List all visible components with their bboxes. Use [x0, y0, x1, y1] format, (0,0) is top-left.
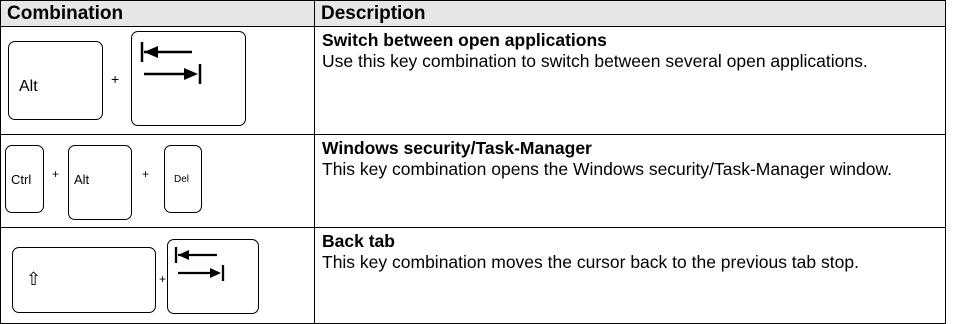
table-row: Alt + Switch between open applications U…	[0, 26, 946, 135]
table-row: ⇧ + Back tab This key combination moves …	[0, 227, 946, 324]
alt-key-label: Alt	[74, 172, 90, 187]
table-row: Ctrl + Alt + Del Windows security/Task-M…	[0, 134, 946, 228]
tab-arrows-icon	[174, 247, 225, 281]
header-description: Description	[314, 0, 946, 27]
alt-key: Alt	[8, 41, 103, 120]
plus-sign: +	[142, 167, 150, 181]
description-cell: Switch between open applications Use thi…	[314, 26, 946, 135]
description-cell: Back tab This key combination moves the …	[314, 227, 946, 324]
description-title: Switch between open applications	[322, 30, 607, 50]
description-title: Windows security/Task-Manager	[322, 138, 592, 158]
shift-arrow-icon: ⇧	[26, 269, 42, 289]
ctrl-key: Ctrl	[5, 145, 44, 213]
ctrl-key-label: Ctrl	[11, 172, 32, 187]
shift-key: ⇧	[12, 247, 156, 313]
combination-cell: Alt +	[0, 26, 315, 135]
plus-sign: +	[159, 272, 167, 286]
header-combination: Combination	[0, 0, 315, 27]
del-key-label: Del	[174, 174, 190, 185]
plus-sign: +	[111, 71, 120, 87]
alt-key-label: Alt	[19, 78, 38, 95]
tab-arrows-icon	[140, 42, 202, 84]
description-title: Back tab	[322, 231, 395, 251]
tab-key	[131, 31, 246, 126]
del-key: Del	[164, 145, 202, 213]
description-text: This key combination opens the Windows s…	[322, 159, 892, 179]
combination-cell: Ctrl + Alt + Del	[0, 134, 315, 228]
plus-sign: +	[52, 167, 60, 181]
description-text: Use this key combination to switch betwe…	[322, 51, 868, 71]
key-combinations-table: Combination Description Alt + Switch bet…	[0, 0, 946, 324]
description-text: This key combination moves the cursor ba…	[322, 252, 859, 272]
tab-key	[167, 239, 259, 314]
combination-cell: ⇧ +	[0, 227, 315, 324]
header-row: Combination Description	[0, 0, 946, 27]
alt-key: Alt	[68, 145, 132, 220]
description-cell: Windows security/Task-Manager This key c…	[314, 134, 946, 228]
